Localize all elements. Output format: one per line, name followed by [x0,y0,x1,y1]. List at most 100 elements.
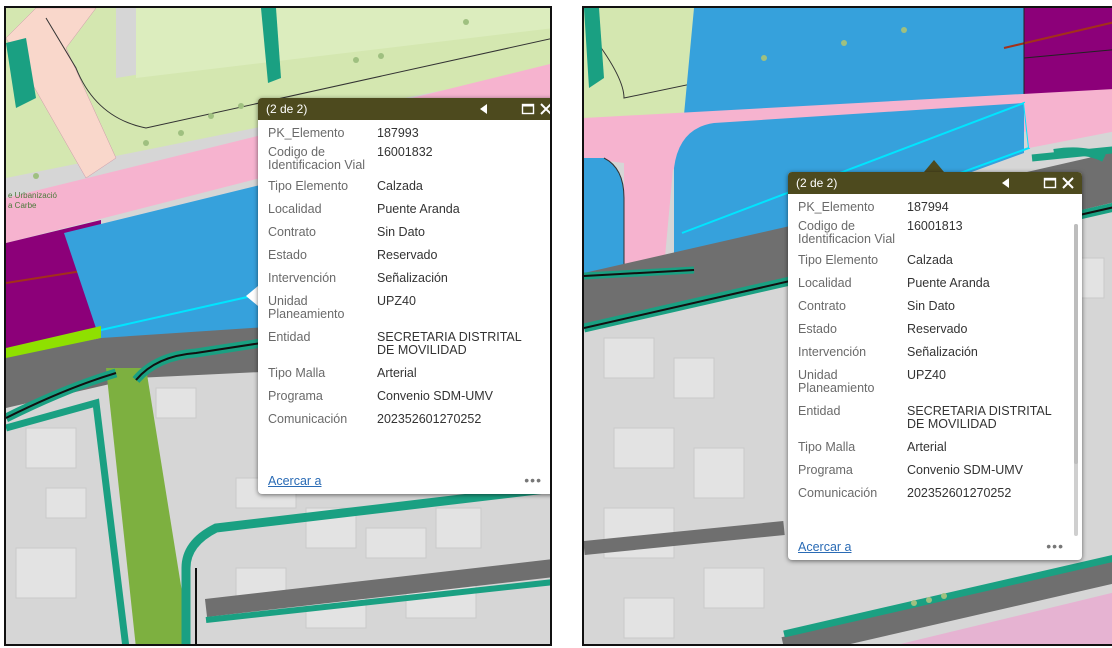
attr-value: Señalización [377,271,448,285]
attr-label: Intervención [268,271,337,285]
attr-value: Puente Aranda [907,276,990,290]
attr-value: SECRETARIA DISTRITAL DE MOVILIDAD [377,330,522,357]
attr-value: SECRETARIA DISTRITAL DE MOVILIDAD [907,404,1052,431]
popup-title: (2 de 2) [266,102,308,116]
attr-label: Estado [268,248,307,262]
attr-row: Estado Reservado [258,249,548,262]
more-options-icon[interactable]: ••• [1046,538,1064,554]
attr-row: Unidad Planeamiento UPZ40 [258,295,548,321]
attr-label: Comunicación [268,412,348,426]
popup-pointer [924,160,944,172]
attr-row: Entidad SECRETARIA DISTRITAL DE MOVILIDAD [258,331,548,357]
attr-label: Tipo Malla [268,366,326,380]
attr-row: Localidad Puente Aranda [258,203,548,216]
attr-row: Estado Reservado [788,323,1072,336]
popup-scrollbar[interactable] [1074,224,1078,536]
attr-value: 202352601270252 [377,412,482,426]
previous-arrow-icon[interactable] [476,101,492,117]
map-label-urbanization-2: a Carbe [8,201,37,210]
attr-value: Sin Dato [377,225,425,239]
attr-row: Tipo Malla Arterial [788,441,1072,454]
attr-value: Convenio SDM-UMV [907,463,1024,477]
previous-arrow-icon[interactable] [998,175,1014,191]
popup-attributes[interactable]: PK_Elemento 187993 Codigo de Identificaci… [258,120,548,470]
popup-pointer [246,286,258,306]
attr-label: Entidad [798,404,841,418]
map-view-left[interactable]: e Urbanizació a Carbe (2 de 2) PK_Elemen… [4,6,552,646]
attr-row: Intervención Señalización [788,346,1072,359]
feature-popup-left: (2 de 2) PK_Elemento 187993 Codigo de Ide… [258,98,552,494]
attr-label: Contrato [798,299,846,313]
attr-label: Unidad Planeamiento [798,368,875,395]
map-label-urbanization-1: e Urbanizació [8,191,57,200]
attr-label: Tipo Malla [798,440,856,454]
attr-label: PK_Elemento [268,126,345,140]
attr-row: Comunicación 202352601270252 [788,487,1072,500]
attr-value: Reservado [377,248,438,262]
maximize-icon[interactable] [1042,175,1058,191]
attr-label: Contrato [268,225,316,239]
attr-row: Programa Convenio SDM-UMV [258,390,548,403]
attr-row: Tipo Malla Arterial [258,367,548,380]
attr-value: Señalización [907,345,978,359]
attr-label: PK_Elemento [798,200,875,214]
attr-row: Intervención Señalización [258,272,548,285]
attr-value: Convenio SDM-UMV [377,389,494,403]
attr-value: 16001813 [907,219,963,233]
attr-row: PK_Elemento 187994 [788,201,1072,214]
zoom-to-link[interactable]: Acercar a [268,474,322,488]
attr-label: Localidad [268,202,322,216]
map-view-right[interactable]: (2 de 2) PK_Elemento 187994 Codigo de Ide… [582,6,1112,646]
attr-value: Puente Aranda [377,202,460,216]
popup-header: (2 de 2) [258,98,552,120]
attr-row: Comunicación 202352601270252 [258,413,548,426]
attr-label: Tipo Elemento [268,179,349,193]
attr-value: UPZ40 [377,294,416,308]
attr-value: 187994 [907,200,949,214]
attr-row: Tipo Elemento Calzada [788,254,1072,267]
attr-row: Contrato Sin Dato [788,300,1072,313]
attr-label: Codigo de Identificacion Vial [268,145,366,172]
popup-title: (2 de 2) [796,176,838,190]
scrollbar-thumb[interactable] [1074,224,1078,464]
zoom-to-link[interactable]: Acercar a [798,540,852,554]
attr-label: Tipo Elemento [798,253,879,267]
popup-header: (2 de 2) [788,172,1082,194]
attr-value: Reservado [907,322,968,336]
attr-value: 202352601270252 [907,486,1012,500]
attr-value: 16001832 [377,145,433,159]
attr-row: Contrato Sin Dato [258,226,548,239]
attr-label: Intervención [798,345,867,359]
popup-footer: Acercar a ••• [788,536,1082,560]
attr-row: Codigo de Identificacion Vial 16001832 [258,146,548,172]
attr-value: Sin Dato [907,299,955,313]
attr-label: Unidad Planeamiento [268,294,345,321]
attr-label: Estado [798,322,837,336]
popup-attributes[interactable]: PK_Elemento 187994 Codigo de Identificaci… [788,194,1072,536]
attr-label: Programa [268,389,323,403]
attr-value: UPZ40 [907,368,946,382]
attr-row: Unidad Planeamiento UPZ40 [788,369,1072,395]
attr-row: Tipo Elemento Calzada [258,180,548,193]
attr-label: Codigo de Identificacion Vial [798,219,896,246]
close-icon[interactable] [538,101,552,117]
attr-value: Arterial [907,440,947,454]
more-options-icon[interactable]: ••• [524,472,542,488]
popup-footer: Acercar a ••• [258,470,550,494]
attr-value: Calzada [377,179,423,193]
close-icon[interactable] [1060,175,1076,191]
attr-label: Localidad [798,276,852,290]
attr-row: Entidad SECRETARIA DISTRITAL DE MOVILIDAD [788,405,1072,431]
attr-row: Programa Convenio SDM-UMV [788,464,1072,477]
maximize-icon[interactable] [520,101,536,117]
attr-value: 187993 [377,126,419,140]
attr-value: Arterial [377,366,417,380]
attr-row: PK_Elemento 187993 [258,127,548,140]
attr-row: Localidad Puente Aranda [788,277,1072,290]
attr-label: Comunicación [798,486,878,500]
attr-row: Codigo de Identificacion Vial 16001813 [788,220,1072,246]
attr-value: Calzada [907,253,953,267]
attr-label: Programa [798,463,853,477]
attr-label: Entidad [268,330,311,344]
feature-popup-right: (2 de 2) PK_Elemento 187994 Codigo de Ide… [788,172,1082,560]
